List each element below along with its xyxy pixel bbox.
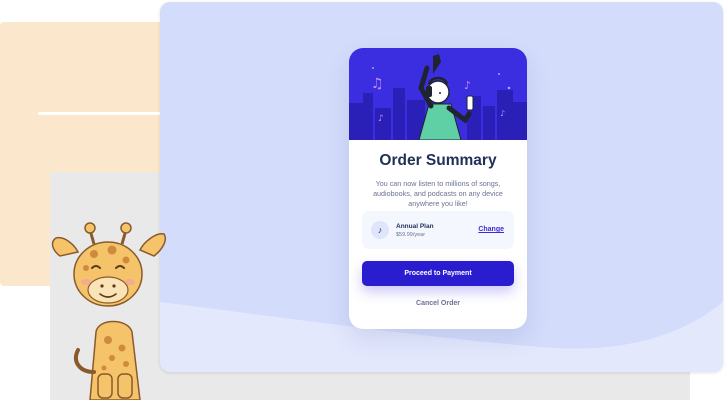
svg-text:♪: ♪ xyxy=(464,79,471,92)
hero-illustration: ♫ ♪ ♪ ♪ xyxy=(349,48,527,140)
change-plan-link[interactable]: Change xyxy=(478,226,504,233)
order-summary-title: Order Summary xyxy=(379,152,497,169)
plan-price: $59.99/year xyxy=(396,232,426,238)
giraffe-mascot xyxy=(51,222,166,400)
svg-text:♪: ♪ xyxy=(500,109,505,118)
cancel-order-button[interactable]: Cancel Order xyxy=(362,295,514,311)
plan-box: ♪ Annual Plan $59.99/year Change xyxy=(362,211,514,249)
background-divider-line xyxy=(38,112,162,115)
svg-text:♫: ♫ xyxy=(371,76,384,92)
order-summary-description: You can now listen to millions of songs,… xyxy=(373,179,503,208)
proceed-to-payment-button[interactable]: Proceed to Payment xyxy=(362,261,514,286)
order-summary-card: ♫ ♪ ♪ ♪ Order Summary You can now listen… xyxy=(349,48,527,329)
music-note-icon: ♪ xyxy=(371,221,389,239)
preview-stage: ♫ ♪ ♪ ♪ Order Summary You can now listen… xyxy=(160,2,723,372)
svg-text:♪: ♪ xyxy=(378,114,384,124)
plan-name: Annual Plan xyxy=(396,223,434,230)
